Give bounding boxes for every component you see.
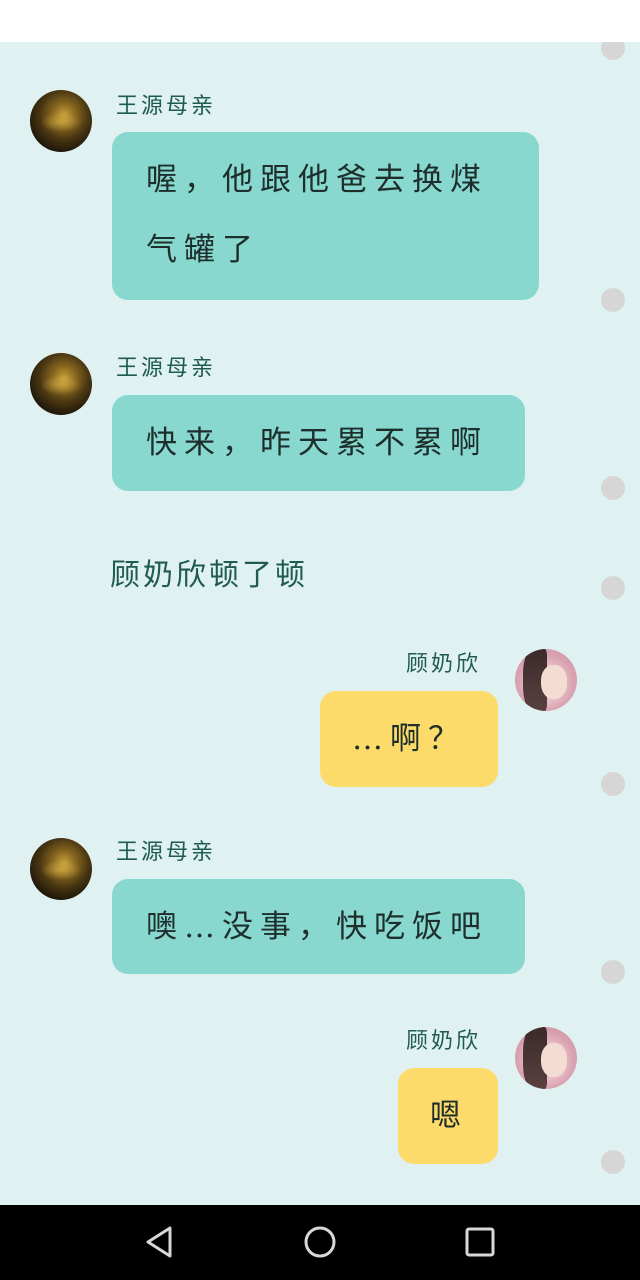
message-text-line: 喔，他跟他爸去换煤 bbox=[146, 162, 488, 198]
sender-name: 王源母亲 bbox=[116, 840, 217, 865]
girl-avatar[interactable] bbox=[515, 649, 577, 711]
sender-name: 顾奶欣 bbox=[406, 1029, 482, 1054]
sender-name: 王源母亲 bbox=[116, 94, 217, 119]
square-recents-icon[interactable] bbox=[460, 1222, 500, 1262]
triangle-back-icon[interactable] bbox=[140, 1222, 180, 1262]
mother-avatar[interactable] bbox=[30, 353, 92, 415]
scroll-dot bbox=[601, 476, 625, 500]
scroll-dot bbox=[601, 576, 625, 600]
message-bubble[interactable]: 噢…没事，快吃饭吧 bbox=[112, 879, 525, 974]
scroll-dot bbox=[601, 288, 625, 312]
message-text: 噢…没事，快吃饭吧 bbox=[146, 909, 488, 945]
scroll-dot bbox=[601, 960, 625, 984]
message-text-line: 气罐了 bbox=[146, 232, 260, 268]
mother-avatar[interactable] bbox=[30, 838, 92, 900]
mother-avatar[interactable] bbox=[30, 90, 92, 152]
message-bubble[interactable]: 喔，他跟他爸去换煤 气罐了 bbox=[112, 132, 539, 300]
message-text: 快来，昨天累不累啊 bbox=[146, 425, 488, 461]
scroll-dot bbox=[601, 42, 625, 60]
chat-area[interactable]: 王源母亲 喔，他跟他爸去换煤 气罐了 王源母亲 快来，昨天累不累啊 顾奶欣顿了顿… bbox=[0, 42, 640, 1205]
scroll-dot bbox=[601, 1150, 625, 1174]
status-bar bbox=[0, 0, 640, 42]
message-text: 嗯 bbox=[430, 1098, 468, 1134]
sender-name: 顾奶欣 bbox=[406, 652, 482, 677]
message-text: …啊？ bbox=[352, 721, 466, 757]
circle-home-icon[interactable] bbox=[300, 1222, 340, 1262]
narration-text: 顾奶欣顿了顿 bbox=[110, 558, 308, 593]
sender-name: 王源母亲 bbox=[116, 356, 217, 381]
scroll-dot bbox=[601, 772, 625, 796]
message-bubble[interactable]: 嗯 bbox=[398, 1068, 498, 1164]
girl-avatar[interactable] bbox=[515, 1027, 577, 1089]
message-bubble[interactable]: …啊？ bbox=[320, 691, 498, 787]
message-bubble[interactable]: 快来，昨天累不累啊 bbox=[112, 395, 525, 491]
